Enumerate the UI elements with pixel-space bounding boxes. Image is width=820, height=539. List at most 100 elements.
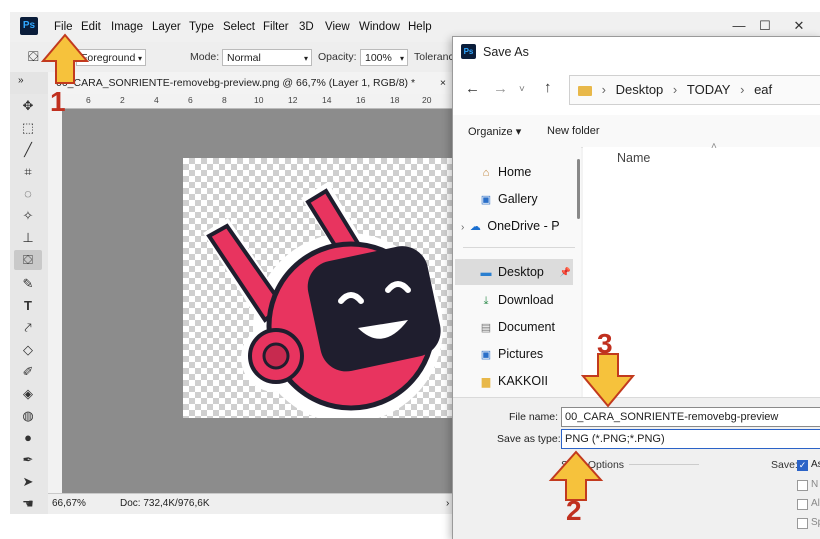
ruler-tick: 12 [288, 95, 298, 105]
address-bar[interactable]: › Desktop › TODAY › eaf [569, 75, 820, 105]
save-type-select[interactable]: PNG (*.PNG;*.PNG) [561, 429, 820, 449]
maximize-button[interactable]: ☐ [752, 16, 778, 36]
chevron-right-icon[interactable]: › [461, 222, 464, 233]
menu-type[interactable]: Type [189, 21, 214, 33]
breadcrumb-today[interactable]: TODAY [687, 82, 731, 97]
recent-dropdown-icon[interactable]: ˅ [519, 84, 525, 95]
spot-colors-checkbox[interactable] [797, 518, 808, 529]
cloud-icon: ☁ [469, 221, 481, 233]
sidebar-item-kakkoii[interactable]: ▆KAKKOII📌 [461, 368, 597, 394]
menu-edit[interactable]: Edit [81, 21, 101, 33]
annotation-arrow-3 [580, 353, 636, 408]
sidebar-item-desktop[interactable]: ▬ Desktop 📌 [455, 259, 573, 285]
dialog-title: Save As [483, 45, 529, 59]
history-brush-icon[interactable]: ✐ [18, 362, 38, 382]
status-bar: 66,67% Doc: 732,4K/976,6K › [48, 493, 460, 514]
horizontal-ruler: 6 2 4 6 8 10 12 14 16 18 20 [62, 94, 460, 109]
folder-icon: ▆ [481, 376, 491, 388]
ruler-tick: 16 [356, 95, 366, 105]
pen-tool-icon[interactable]: ✒ [18, 450, 38, 470]
forward-arrow-icon[interactable]: → [493, 80, 508, 97]
sidebar-item-documents[interactable]: ▤Document📌 [461, 314, 597, 340]
lasso-tool-icon[interactable]: ╱ [18, 140, 38, 160]
marquee-tool-icon[interactable]: ⬚ [18, 118, 38, 138]
document-tab-title: 00_CARA_SONRIENTE-removebg-preview.png @… [56, 77, 416, 89]
type-tool-icon[interactable]: T [18, 296, 38, 316]
sort-ascending-icon: ˄ [711, 141, 717, 152]
eraser-tool-icon[interactable]: ◇ [18, 340, 38, 360]
paint-bucket-tool-icon[interactable]: ⛋ [14, 250, 42, 270]
home-icon: ⌂ [482, 167, 490, 179]
ruler-tick: 6 [86, 95, 91, 105]
breadcrumb-eaf[interactable]: eaf [754, 82, 772, 97]
document-canvas[interactable] [183, 158, 455, 423]
eraser-icon[interactable]: ◈ [18, 384, 38, 404]
ruler-tick: 18 [390, 95, 400, 105]
document-tab[interactable]: 00_CARA_SONRIENTE-removebg-preview.png @… [48, 72, 460, 94]
divider [463, 247, 575, 248]
zoom-level[interactable]: 66,67% [52, 494, 86, 514]
hand-tool-icon[interactable]: ☚ [18, 494, 38, 514]
sidebar-item-downloads[interactable]: ⤓Download📌 [461, 287, 597, 313]
opacity-input[interactable]: 100% ▾ [360, 49, 408, 66]
ruler-tick: 6 [188, 95, 193, 105]
column-header-name[interactable]: Name [617, 151, 650, 165]
quick-select-icon[interactable]: ◌ [18, 184, 38, 204]
file-name-input[interactable]: 00_CARA_SONRIENTE-removebg-preview [561, 407, 820, 427]
menu-view[interactable]: View [325, 21, 350, 33]
panel-expand-icon[interactable]: » [18, 75, 24, 86]
up-arrow-icon[interactable]: ↑ [544, 79, 552, 96]
document-icon: ▤ [480, 322, 492, 334]
stamp-tool-icon[interactable]: ⊥ [18, 228, 38, 248]
alpha-checkbox[interactable] [797, 499, 808, 510]
new-folder-button[interactable]: New folder [547, 125, 600, 137]
minimize-button[interactable]: — [726, 16, 752, 36]
breadcrumb-desktop[interactable]: Desktop [616, 82, 664, 97]
tools-panel: ✥ ⬚ ╱ ⌗ ◌ ✧ ⊥ ⛋ ✎ T ⤤ ◇ ✐ ◈ ◍ ● ✒ ➤ ☚ [10, 94, 49, 514]
gallery-icon: ▣ [480, 194, 492, 206]
notes-checkbox[interactable] [797, 480, 808, 491]
close-window-button[interactable]: ✕ [786, 16, 812, 36]
move-tool-icon[interactable]: ✥ [18, 96, 38, 116]
dialog-titlebar: Ps Save As [453, 37, 820, 67]
blur-tool-icon[interactable]: ◍ [18, 406, 38, 426]
paint-bucket-icon[interactable]: ⛋ [28, 48, 39, 65]
ruler-tick: 20 [422, 95, 432, 105]
pictures-icon: ▣ [480, 349, 492, 361]
menu-layer[interactable]: Layer [152, 21, 181, 33]
menu-image[interactable]: Image [111, 21, 143, 33]
sidebar-scrollbar[interactable] [577, 159, 580, 219]
dodge-tool-icon[interactable]: ● [18, 428, 38, 448]
mode-label: Mode: [190, 51, 220, 63]
save-type-label: Save as type: [497, 433, 561, 445]
ruler-tick: 14 [322, 95, 332, 105]
menu-file[interactable]: File [54, 21, 73, 33]
back-arrow-icon[interactable]: ← [465, 80, 480, 97]
as-copy-checkbox[interactable]: ✓ [797, 460, 808, 471]
checkbox-label: Sp [811, 517, 820, 528]
mode-select[interactable]: Normal ▾ [222, 49, 312, 66]
navigation-pane: ⌂ Home ▣ Gallery › ☁ OneDrive - P ▬ Desktop 📌 … [453, 147, 595, 397]
status-arrow-icon[interactable]: › [446, 494, 449, 514]
magic-wand-icon[interactable]: ✧ [18, 206, 38, 226]
annotation-number-2: 2 [566, 495, 582, 526]
menu-window[interactable]: Window [359, 21, 400, 33]
path-select-icon[interactable]: ➤ [18, 472, 38, 492]
menu-select[interactable]: Select [223, 21, 255, 33]
sidebar-item-pictures[interactable]: ▣Pictures📌 [461, 341, 597, 367]
sidebar-item-onedrive[interactable]: › ☁ OneDrive - P [461, 213, 579, 239]
checkbox-label: N [811, 479, 819, 490]
photoshop-logo-icon: Ps [461, 44, 476, 59]
menu-help[interactable]: Help [408, 21, 432, 33]
dialog-form: File name: 00_CARA_SONRIENTE-removebg-pr… [453, 397, 820, 539]
vertical-ruler [48, 94, 63, 494]
eyedropper-tool-icon[interactable]: ⤤ [18, 318, 38, 338]
menu-3d[interactable]: 3D [299, 21, 314, 33]
photoshop-logo-icon: Ps [20, 17, 38, 35]
brush-tool-icon[interactable]: ✎ [18, 274, 38, 294]
menu-filter[interactable]: Filter [263, 21, 289, 33]
ruler-tick: 2 [120, 95, 125, 105]
tab-close-icon[interactable]: × [440, 72, 446, 94]
crop-tool-icon[interactable]: ⌗ [18, 162, 38, 182]
organize-button[interactable]: Organize ▾ [468, 125, 521, 138]
